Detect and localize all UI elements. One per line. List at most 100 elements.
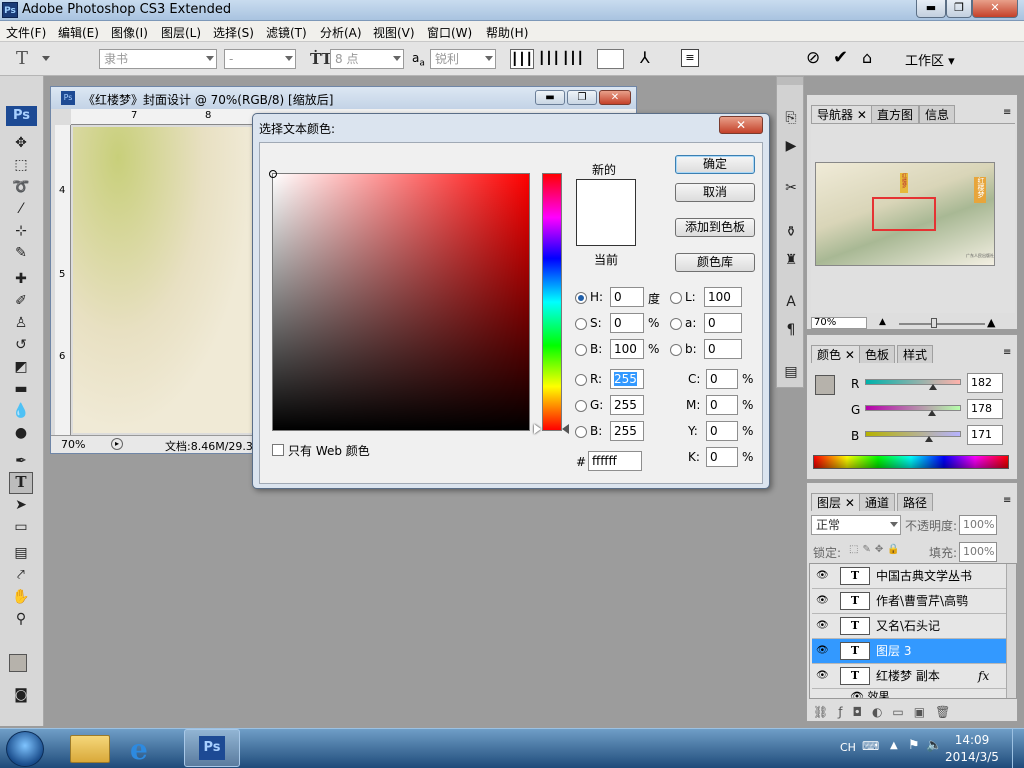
tab-histogram[interactable]: 直方图: [871, 105, 920, 123]
cancel-button[interactable]: 取消: [675, 183, 755, 202]
tab-swatches[interactable]: 色板: [859, 345, 896, 363]
cyan-input[interactable]: 0: [706, 369, 738, 389]
color-spectrum-ramp[interactable]: [813, 455, 1009, 469]
doc-minimize-button[interactable]: ▬: [535, 90, 565, 105]
zoom-tool-icon[interactable]: ⚲: [9, 608, 33, 630]
character-panel-dock-icon[interactable]: A: [779, 291, 803, 313]
crop-tool-icon[interactable]: ⊹: [9, 220, 33, 242]
dodge-tool-icon[interactable]: ●: [9, 422, 33, 444]
blue-input[interactable]: 255: [610, 421, 644, 441]
antialias-select[interactable]: 锐利: [430, 49, 496, 69]
lab-l-radio[interactable]: [670, 292, 682, 304]
layer-row-selected[interactable]: 👁 T 图层 3: [812, 639, 1006, 664]
cancel-edit-icon[interactable]: ⊘: [806, 48, 820, 68]
r-channel-handle-icon[interactable]: [929, 384, 938, 390]
align-right-icon[interactable]: ┃┃┃: [562, 49, 584, 69]
clone-source-icon[interactable]: ♜: [779, 249, 803, 271]
healing-brush-icon[interactable]: ✚: [9, 268, 33, 290]
tab-paths[interactable]: 路径: [897, 493, 934, 511]
g-channel-input[interactable]: 178: [967, 399, 1003, 419]
color-field[interactable]: [269, 170, 530, 431]
minimize-button[interactable]: ▬: [916, 0, 946, 18]
blend-mode-select[interactable]: 正常: [811, 515, 901, 535]
visibility-eye-icon[interactable]: 👁: [816, 670, 829, 682]
brushes-panel-icon[interactable]: ⚱: [779, 221, 803, 243]
blue-radio[interactable]: [575, 426, 587, 438]
b-channel-handle-icon[interactable]: [925, 436, 934, 442]
bridge-icon[interactable]: ⌂: [862, 48, 872, 67]
color-panel-menu-icon[interactable]: ≡: [1003, 347, 1011, 358]
menu-select[interactable]: 选择(S): [213, 24, 254, 41]
layer-row[interactable]: 👁 T 又名\石头记: [812, 614, 1006, 639]
tab-info[interactable]: 信息: [919, 105, 956, 123]
font-family-select[interactable]: 隶书: [99, 49, 217, 69]
lab-b-input[interactable]: 0: [704, 339, 742, 359]
layer-row[interactable]: 👁 T 红楼梦 副本 fx: [812, 664, 1006, 689]
navigator-zoom-input[interactable]: 70%: [811, 317, 867, 329]
align-left-icon[interactable]: ┃┃┃: [510, 49, 534, 69]
magic-wand-icon[interactable]: ⁄: [9, 198, 33, 220]
effects-row[interactable]: 👁 效果: [850, 688, 889, 698]
hue-slider-handle-icon[interactable]: [562, 424, 569, 434]
move-tool-icon[interactable]: ✥: [9, 132, 33, 154]
maximize-button[interactable]: ❐: [946, 0, 972, 18]
doc-close-button[interactable]: ✕: [599, 90, 631, 105]
tab-layers[interactable]: 图层 ✕: [811, 493, 861, 511]
r-channel-slider[interactable]: [865, 379, 961, 390]
menu-help[interactable]: 帮助(H): [486, 24, 528, 41]
foreground-color-swatch[interactable]: [9, 654, 27, 672]
visibility-eye-icon[interactable]: 👁: [816, 645, 829, 657]
text-tool-preset-icon[interactable]: T: [16, 48, 28, 69]
web-colors-checkbox[interactable]: [272, 444, 284, 456]
lab-a-input[interactable]: 0: [704, 313, 742, 333]
keyboard-icon[interactable]: ⌨: [862, 739, 879, 753]
lab-b-radio[interactable]: [670, 344, 682, 356]
brightness-input[interactable]: 100: [610, 339, 644, 359]
actions-panel-icon[interactable]: ▶: [779, 135, 803, 157]
align-center-icon[interactable]: ┃┃┃: [538, 49, 560, 69]
saturation-radio[interactable]: [575, 318, 587, 330]
explorer-taskbar-icon[interactable]: [70, 735, 110, 763]
warp-text-icon[interactable]: ⅄: [640, 48, 650, 67]
layer-comps-icon[interactable]: ▤: [779, 361, 803, 383]
show-hidden-icons[interactable]: ▲: [890, 740, 898, 751]
character-panel-icon[interactable]: ≡: [681, 49, 699, 67]
add-to-swatches-button[interactable]: 添加到色板: [675, 218, 755, 237]
effects-eye-icon[interactable]: 👁: [850, 690, 867, 698]
visibility-eye-icon[interactable]: 👁: [816, 595, 829, 607]
layers-menu-icon[interactable]: ≡: [1003, 495, 1011, 506]
menu-edit[interactable]: 编辑(E): [58, 24, 99, 41]
path-selection-icon[interactable]: ➤: [9, 494, 33, 516]
visibility-eye-icon[interactable]: 👁: [816, 620, 829, 632]
pen-tool-icon[interactable]: ✒: [9, 450, 33, 472]
eyedropper-icon[interactable]: ⤤: [9, 564, 33, 586]
gradient-tool-icon[interactable]: ▬: [9, 378, 33, 400]
navigator-zoom-slider[interactable]: [899, 318, 985, 328]
yellow-input[interactable]: 0: [706, 421, 738, 441]
b-channel-slider[interactable]: [865, 431, 961, 442]
marquee-tool-icon[interactable]: ⬚: [9, 154, 33, 176]
shape-tool-icon[interactable]: ▭: [9, 516, 33, 538]
zoom-out-icon[interactable]: ▲: [879, 317, 886, 327]
lasso-tool-icon[interactable]: ➰: [9, 176, 33, 198]
preset-dropdown-icon[interactable]: [42, 56, 50, 61]
commit-edit-icon[interactable]: ✔: [833, 47, 848, 68]
menu-window[interactable]: 窗口(W): [427, 24, 472, 41]
hex-input[interactable]: ffffff: [588, 451, 642, 471]
lock-icons[interactable]: ⬚✎✥🔒: [849, 544, 904, 555]
g-channel-handle-icon[interactable]: [927, 410, 936, 416]
layer-row[interactable]: 👁 T 中国古典文学丛书: [812, 564, 1006, 589]
g-channel-slider[interactable]: [865, 405, 961, 416]
eraser-tool-icon[interactable]: ◩: [9, 356, 33, 378]
layers-footer-icons[interactable]: ⛓ƒ◘◐▭▣🗑: [813, 705, 960, 719]
clock-date[interactable]: 2014/3/5: [944, 750, 1000, 764]
brush-tool-icon[interactable]: ✐: [9, 290, 33, 312]
clock-time[interactable]: 14:09: [950, 733, 994, 747]
color-panel-foreground[interactable]: [815, 375, 835, 395]
layer-effects-icon[interactable]: fx: [978, 664, 989, 688]
blur-tool-icon[interactable]: 💧: [9, 400, 33, 422]
tab-navigator[interactable]: 导航器 ✕: [811, 105, 873, 123]
menu-image[interactable]: 图像(I): [111, 24, 148, 41]
zoom-level[interactable]: 70%: [61, 438, 85, 451]
visibility-eye-icon[interactable]: 👁: [816, 570, 829, 582]
